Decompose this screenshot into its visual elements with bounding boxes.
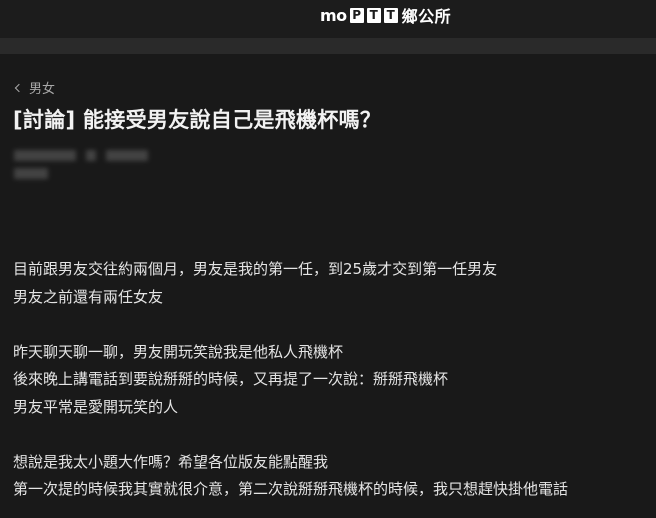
body-line: 男友之前還有兩任女友 <box>13 287 164 306</box>
logo-t-box-2: T <box>383 7 398 23</box>
paragraph-1: 目前跟男友交往約兩個月，男友是我的第一任，到25歲才交到第一任男友 男友之前還有… <box>13 256 643 311</box>
blurred-author-name <box>14 150 76 161</box>
breadcrumb-board-label[interactable]: 男女 <box>29 78 55 97</box>
post-body: 目前跟男友交往約兩個月，男友是我的第一任，到25歲才交到第一任男友 男友之前還有… <box>13 256 643 504</box>
body-line: 目前跟男友交往約兩個月，男友是我的第一任，到25歲才交到第一任男友 <box>13 260 498 278</box>
body-line: 男友平常是愛開玩笑的人 <box>13 397 179 416</box>
logo-t-box-1: T <box>366 7 381 23</box>
top-header: mo P T T 鄉公所 <box>0 0 656 38</box>
paragraph-2: 昨天聊天聊一聊，男友開玩笑說我是他私人飛機杯 後來晚上講電話到要說掰掰的時候，又… <box>13 339 643 422</box>
body-line: 後來晚上講電話到要說掰掰的時候，又再提了一次說：掰掰飛機杯 <box>13 370 449 388</box>
secondary-nav-bar <box>0 38 656 54</box>
logo-mo-text: mo <box>320 5 347 25</box>
blurred-date <box>106 150 148 161</box>
logo-chinese-text: 鄉公所 <box>401 7 452 26</box>
site-logo[interactable]: mo P T T 鄉公所 <box>320 4 452 27</box>
body-line: 想說是我太小題大作嗎？希望各位版友能點醒我 <box>13 452 329 471</box>
body-line: 第一次提的時候我其實就很介意，第二次說掰掰飛機杯的時候，我只想趕快掛他電話 <box>13 480 569 498</box>
logo-p-box: P <box>349 7 364 23</box>
paragraph-3: 想說是我太小題大作嗎？希望各位版友能點醒我 第一次提的時候我其實就很介意，第二次… <box>13 449 643 504</box>
chevron-left-icon <box>14 83 24 92</box>
post-title: [討論] 能接受男友說自己是飛機杯嗎？ <box>13 108 382 132</box>
page: mo P T T 鄉公所 男女 [討論] 能接受男友說自己是飛機杯嗎？ 目前跟男… <box>0 0 656 518</box>
breadcrumb[interactable]: 男女 <box>14 78 55 97</box>
body-line: 昨天聊天聊一聊，男友開玩笑說我是他私人飛機杯 <box>13 342 344 361</box>
blurred-subline <box>14 168 48 179</box>
blurred-separator <box>86 150 96 161</box>
